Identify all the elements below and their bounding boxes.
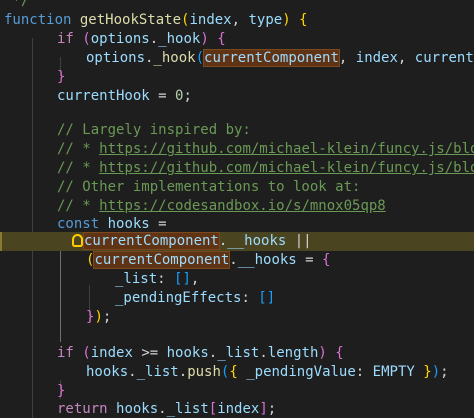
code-line[interactable]: (currentComponent.__hooks = { xyxy=(0,251,474,270)
bracket: [ xyxy=(208,401,218,417)
bracket: { xyxy=(322,252,331,268)
bracket: ) xyxy=(282,12,291,28)
bracket: ] xyxy=(266,290,276,306)
bracket: ] xyxy=(259,401,268,417)
variable-token: index xyxy=(217,401,260,417)
keyword-token: if xyxy=(57,31,74,47)
bracket: ) xyxy=(318,345,327,361)
function-call: _hook xyxy=(153,50,196,66)
variable-token: currentHook xyxy=(414,50,474,66)
comment-link[interactable]: https://github.com/michael-klein/funcy.j… xyxy=(99,160,474,176)
code-line[interactable]: // Other implementations to look at: xyxy=(0,178,474,197)
property-token: _hook xyxy=(158,31,201,47)
comment-token: // Largely inspired by: xyxy=(57,122,251,138)
comment-token: // * xyxy=(57,198,100,214)
property-token: _pendingValue xyxy=(246,364,356,380)
code-line[interactable]: _pendingEffects: [] xyxy=(0,289,474,308)
comment-token: // * xyxy=(57,141,100,157)
comment-token: // Other implementations to look at: xyxy=(57,179,361,195)
code-line[interactable]: if (options._hook) { xyxy=(0,30,474,49)
variable-token: hooks xyxy=(107,216,150,232)
code-editor[interactable]: */ function getHookState(index, type) { … xyxy=(0,0,474,418)
variable-token: EMPTY xyxy=(372,364,415,380)
bracket: { xyxy=(229,364,238,380)
property-token: length xyxy=(267,345,319,361)
property-token: _list xyxy=(166,401,209,417)
bracket: ( xyxy=(195,50,205,66)
property-token: __hooks xyxy=(227,233,287,249)
function-name: getHookState xyxy=(79,12,182,28)
code-line[interactable]: options._hook(currentComponent, index, c… xyxy=(0,49,474,68)
code-line[interactable]: currentComponent.__hooks || xyxy=(0,232,474,251)
comment-token: // * xyxy=(57,160,100,176)
bracket: { xyxy=(217,31,226,47)
variable-token: currentHook xyxy=(57,88,150,104)
bracket: { xyxy=(299,12,308,28)
property-token: _list xyxy=(217,345,260,361)
param-token: type xyxy=(248,12,283,28)
variable-token: hooks xyxy=(86,364,129,380)
code-line[interactable]: } xyxy=(0,382,474,401)
comment-token: */ xyxy=(4,0,30,9)
highlighted-occurrence: currentComponent xyxy=(203,49,340,67)
keyword-token: const xyxy=(57,216,100,232)
code-line[interactable]: }); xyxy=(0,308,474,327)
code-line[interactable]: currentHook = 0; xyxy=(0,87,474,106)
property-token: _list xyxy=(136,364,179,380)
variable-token: options xyxy=(90,31,150,47)
code-line[interactable]: // * https://github.com/michael-klein/fu… xyxy=(0,140,474,159)
comment-link[interactable]: https://codesandbox.io/s/mnox05qp8 xyxy=(99,198,386,214)
code-line[interactable]: } xyxy=(0,68,474,87)
code-line[interactable]: function getHookState(index, type) { xyxy=(0,11,474,30)
code-line[interactable]: // * https://github.com/michael-klein/fu… xyxy=(0,159,474,178)
bracket: ( xyxy=(82,31,91,47)
bracket: { xyxy=(335,345,344,361)
keyword-token: if xyxy=(57,345,74,361)
bracket: } xyxy=(57,69,66,85)
function-call: push xyxy=(187,364,221,380)
bracket: ) xyxy=(200,31,209,47)
code-line[interactable]: _list: [], xyxy=(0,270,474,289)
bracket: ) xyxy=(94,309,103,325)
param-token: index xyxy=(189,12,232,28)
comment-link[interactable]: https://github.com/michael-klein/funcy.j… xyxy=(99,141,474,157)
bracket: ] xyxy=(182,271,191,287)
variable-token: options xyxy=(86,50,146,66)
bracket: ) xyxy=(431,364,441,380)
code-line[interactable]: // Largely inspired by: xyxy=(0,121,474,140)
variable-token: index xyxy=(355,50,398,66)
keyword-token: return xyxy=(57,401,108,417)
variable-token: hooks xyxy=(166,345,209,361)
highlighted-occurrence: currentComponent xyxy=(93,251,231,269)
property-token: _pendingEffects xyxy=(115,290,242,306)
variable-token: index xyxy=(90,345,133,361)
bracket: } xyxy=(423,364,432,380)
code-line[interactable]: hooks._list.push({ _pendingValue: EMPTY … xyxy=(0,363,474,382)
code-line[interactable]: */ xyxy=(0,0,474,11)
keyword-token: function xyxy=(4,12,72,28)
code-line[interactable]: // * https://codesandbox.io/s/mnox05qp8 xyxy=(0,197,474,216)
lightbulb-icon[interactable] xyxy=(72,234,83,247)
property-token: __hooks xyxy=(237,252,297,268)
variable-token: hooks xyxy=(116,401,159,417)
code-line[interactable]: return hooks._list[index]; xyxy=(0,400,474,418)
property-token: _list xyxy=(115,271,158,287)
highlighted-occurrence: currentComponent xyxy=(83,232,220,250)
bracket: } xyxy=(57,383,66,399)
bracket: ( xyxy=(82,345,91,361)
code-line[interactable]: if (index >= hooks._list.length) { xyxy=(0,344,474,363)
bracket: [ xyxy=(258,290,267,306)
